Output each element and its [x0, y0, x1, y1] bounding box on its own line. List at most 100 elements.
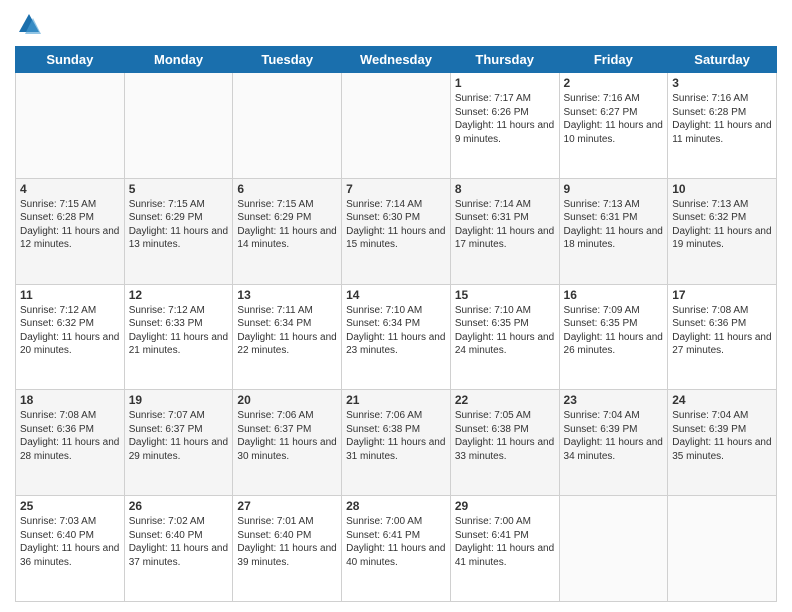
day-number: 10 — [672, 182, 772, 196]
calendar-cell: 15Sunrise: 7:10 AM Sunset: 6:35 PM Dayli… — [450, 284, 559, 390]
logo-icon — [15, 10, 43, 38]
day-info: Sunrise: 7:09 AM Sunset: 6:35 PM Dayligh… — [564, 304, 664, 358]
calendar-cell — [342, 73, 451, 179]
day-number: 7 — [346, 182, 446, 196]
calendar-cell: 6Sunrise: 7:15 AM Sunset: 6:29 PM Daylig… — [233, 178, 342, 284]
calendar-cell: 25Sunrise: 7:03 AM Sunset: 6:40 PM Dayli… — [16, 496, 125, 602]
day-number: 22 — [455, 393, 555, 407]
calendar-header-row: SundayMondayTuesdayWednesdayThursdayFrid… — [16, 47, 777, 73]
day-info: Sunrise: 7:05 AM Sunset: 6:38 PM Dayligh… — [455, 409, 555, 463]
calendar-cell: 24 Sunrise: 7:04 AM Sunset: 6:39 PM Dayli… — [668, 390, 777, 496]
calendar-cell: 10 Sunrise: 7:13 AM Sunset: 6:32 PM Dayli… — [668, 178, 777, 284]
day-info: Sunrise: 7:14 AM Sunset: 6:30 PM Dayligh… — [346, 198, 446, 252]
calendar-day-header: Saturday — [668, 47, 777, 73]
day-number: 4 — [20, 182, 120, 196]
calendar-cell: 21 Sunrise: 7:06 AM Sunset: 6:38 PM Dayli… — [342, 390, 451, 496]
calendar-cell: 1Sunrise: 7:17 AM Sunset: 6:26 PM Daylig… — [450, 73, 559, 179]
day-info: Sunrise: 7:06 AM Sunset: 6:37 PM Dayligh… — [237, 409, 337, 463]
calendar-cell: 13 Sunrise: 7:11 AM Sunset: 6:34 PM Dayli… — [233, 284, 342, 390]
calendar-cell — [668, 496, 777, 602]
day-number: 21 — [346, 393, 446, 407]
day-info: Sunrise: 7:11 AM Sunset: 6:34 PM Dayligh… — [237, 304, 337, 358]
day-number: 19 — [129, 393, 229, 407]
day-info: Sunrise: 7:02 AM Sunset: 6:40 PM Dayligh… — [129, 515, 229, 569]
calendar-cell: 5 Sunrise: 7:15 AM Sunset: 6:29 PM Daylig… — [124, 178, 233, 284]
calendar-cell: 29 Sunrise: 7:00 AM Sunset: 6:41 PM Dayli… — [450, 496, 559, 602]
day-info: Sunrise: 7:00 AM Sunset: 6:41 PM Dayligh… — [346, 515, 446, 569]
calendar-cell — [16, 73, 125, 179]
day-number: 20 — [237, 393, 337, 407]
calendar-day-header: Sunday — [16, 47, 125, 73]
calendar-cell: 3 Sunrise: 7:16 AM Sunset: 6:28 PM Daylig… — [668, 73, 777, 179]
day-info: Sunrise: 7:13 AM Sunset: 6:32 PM Dayligh… — [672, 198, 772, 252]
calendar-week-row: 18 Sunrise: 7:08 AM Sunset: 6:36 PM Dayli… — [16, 390, 777, 496]
calendar-day-header: Friday — [559, 47, 668, 73]
day-number: 23 — [564, 393, 664, 407]
day-info: Sunrise: 7:15 AM Sunset: 6:28 PM Dayligh… — [20, 198, 120, 252]
day-info: Sunrise: 7:14 AM Sunset: 6:31 PM Dayligh… — [455, 198, 555, 252]
day-number: 27 — [237, 499, 337, 513]
day-info: Sunrise: 7:10 AM Sunset: 6:35 PM Dayligh… — [455, 304, 555, 358]
calendar-cell — [233, 73, 342, 179]
day-info: Sunrise: 7:10 AM Sunset: 6:34 PM Dayligh… — [346, 304, 446, 358]
day-number: 16 — [564, 288, 664, 302]
day-number: 26 — [129, 499, 229, 513]
day-number: 3 — [672, 76, 772, 90]
day-number: 12 — [129, 288, 229, 302]
day-info: Sunrise: 7:08 AM Sunset: 6:36 PM Dayligh… — [672, 304, 772, 358]
calendar-cell: 27 Sunrise: 7:01 AM Sunset: 6:40 PM Dayli… — [233, 496, 342, 602]
header — [15, 10, 777, 38]
day-info: Sunrise: 7:15 AM Sunset: 6:29 PM Dayligh… — [129, 198, 229, 252]
calendar-cell: 14 Sunrise: 7:10 AM Sunset: 6:34 PM Dayli… — [342, 284, 451, 390]
calendar-table: SundayMondayTuesdayWednesdayThursdayFrid… — [15, 46, 777, 602]
day-info: Sunrise: 7:00 AM Sunset: 6:41 PM Dayligh… — [455, 515, 555, 569]
calendar-cell: 7 Sunrise: 7:14 AM Sunset: 6:30 PM Daylig… — [342, 178, 451, 284]
day-number: 17 — [672, 288, 772, 302]
calendar-cell: 19 Sunrise: 7:07 AM Sunset: 6:37 PM Dayli… — [124, 390, 233, 496]
calendar-cell: 12 Sunrise: 7:12 AM Sunset: 6:33 PM Dayli… — [124, 284, 233, 390]
day-info: Sunrise: 7:07 AM Sunset: 6:37 PM Dayligh… — [129, 409, 229, 463]
day-info: Sunrise: 7:17 AM Sunset: 6:26 PM Dayligh… — [455, 92, 555, 146]
day-number: 6 — [237, 182, 337, 196]
day-number: 24 — [672, 393, 772, 407]
calendar-cell: 28 Sunrise: 7:00 AM Sunset: 6:41 PM Dayli… — [342, 496, 451, 602]
day-info: Sunrise: 7:12 AM Sunset: 6:33 PM Dayligh… — [129, 304, 229, 358]
calendar-cell: 11 Sunrise: 7:12 AM Sunset: 6:32 PM Dayli… — [16, 284, 125, 390]
calendar-cell: 23 Sunrise: 7:04 AM Sunset: 6:39 PM Dayli… — [559, 390, 668, 496]
calendar-cell: 4 Sunrise: 7:15 AM Sunset: 6:28 PM Daylig… — [16, 178, 125, 284]
page: SundayMondayTuesdayWednesdayThursdayFrid… — [0, 0, 792, 612]
day-number: 2 — [564, 76, 664, 90]
day-info: Sunrise: 7:04 AM Sunset: 6:39 PM Dayligh… — [564, 409, 664, 463]
day-info: Sunrise: 7:12 AM Sunset: 6:32 PM Dayligh… — [20, 304, 120, 358]
calendar-cell: 16 Sunrise: 7:09 AM Sunset: 6:35 PM Dayli… — [559, 284, 668, 390]
calendar-cell: 26 Sunrise: 7:02 AM Sunset: 6:40 PM Dayli… — [124, 496, 233, 602]
calendar-cell: 8 Sunrise: 7:14 AM Sunset: 6:31 PM Daylig… — [450, 178, 559, 284]
calendar-cell — [124, 73, 233, 179]
calendar-day-header: Wednesday — [342, 47, 451, 73]
day-number: 11 — [20, 288, 120, 302]
day-number: 29 — [455, 499, 555, 513]
day-info: Sunrise: 7:16 AM Sunset: 6:28 PM Dayligh… — [672, 92, 772, 146]
calendar-day-header: Monday — [124, 47, 233, 73]
calendar-week-row: 25Sunrise: 7:03 AM Sunset: 6:40 PM Dayli… — [16, 496, 777, 602]
calendar-week-row: 1Sunrise: 7:17 AM Sunset: 6:26 PM Daylig… — [16, 73, 777, 179]
day-info: Sunrise: 7:04 AM Sunset: 6:39 PM Dayligh… — [672, 409, 772, 463]
day-number: 9 — [564, 182, 664, 196]
calendar-week-row: 4 Sunrise: 7:15 AM Sunset: 6:28 PM Daylig… — [16, 178, 777, 284]
calendar-cell — [559, 496, 668, 602]
day-info: Sunrise: 7:06 AM Sunset: 6:38 PM Dayligh… — [346, 409, 446, 463]
day-number: 13 — [237, 288, 337, 302]
day-number: 18 — [20, 393, 120, 407]
day-info: Sunrise: 7:01 AM Sunset: 6:40 PM Dayligh… — [237, 515, 337, 569]
day-info: Sunrise: 7:16 AM Sunset: 6:27 PM Dayligh… — [564, 92, 664, 146]
day-info: Sunrise: 7:08 AM Sunset: 6:36 PM Dayligh… — [20, 409, 120, 463]
calendar-body: 1Sunrise: 7:17 AM Sunset: 6:26 PM Daylig… — [16, 73, 777, 602]
calendar-day-header: Thursday — [450, 47, 559, 73]
day-number: 5 — [129, 182, 229, 196]
calendar-day-header: Tuesday — [233, 47, 342, 73]
day-number: 28 — [346, 499, 446, 513]
day-number: 14 — [346, 288, 446, 302]
day-number: 8 — [455, 182, 555, 196]
day-info: Sunrise: 7:13 AM Sunset: 6:31 PM Dayligh… — [564, 198, 664, 252]
calendar-week-row: 11 Sunrise: 7:12 AM Sunset: 6:32 PM Dayli… — [16, 284, 777, 390]
